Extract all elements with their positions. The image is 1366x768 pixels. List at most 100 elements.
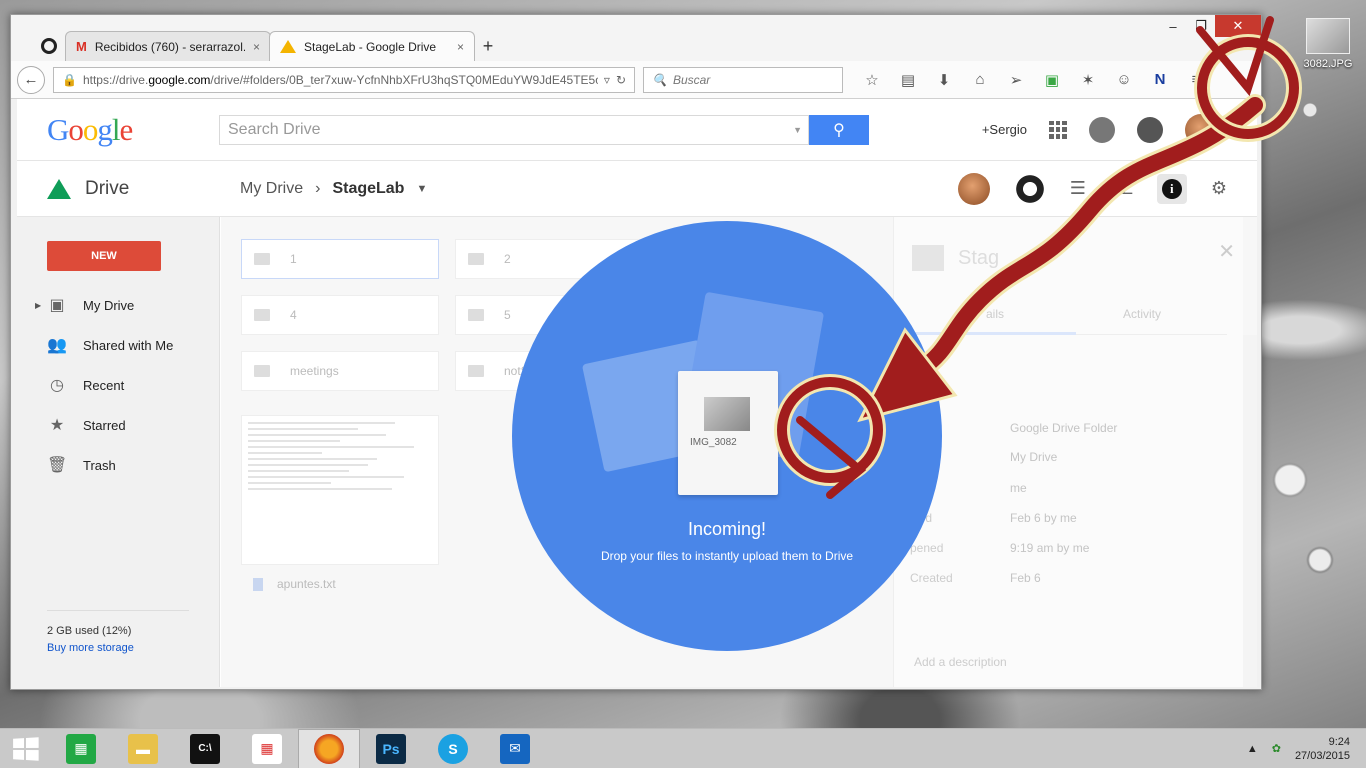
details-scrollbar[interactable] (1243, 335, 1257, 687)
sidebar-item-my-drive[interactable]: ▶ ▣ My Drive (17, 285, 219, 325)
drive-icon (280, 40, 296, 53)
drive-search-input[interactable]: Search Drive ▼ (219, 114, 809, 145)
skype-icon: S (438, 733, 468, 764)
sidebar-item-trash[interactable]: 🗑 Trash (17, 445, 219, 485)
start-button[interactable] (0, 729, 50, 768)
apps-grid-icon[interactable] (1049, 120, 1067, 139)
home-icon[interactable]: ⌂ (969, 71, 991, 89)
reload-icon[interactable]: ↻ (616, 73, 626, 87)
sidebar-item-recent[interactable]: ◷ Recent (17, 365, 219, 405)
document-name[interactable]: apuntes.txt (253, 577, 336, 591)
camera-icon[interactable]: ▣ (1041, 71, 1063, 89)
taskbar-store[interactable]: ▦ (50, 729, 112, 768)
taskbar-firefox[interactable] (298, 728, 360, 768)
detail-row: Created Feb 6 (910, 571, 1041, 585)
collaborator-avatar-2[interactable] (1013, 172, 1046, 205)
apps-icon: ▦ (252, 733, 282, 764)
settings-gear-icon[interactable]: ⚙ (1211, 178, 1227, 199)
reading-list-icon[interactable]: ▤ (897, 71, 919, 89)
system-tray: ▲ ✿ 9:24 27/03/2015 (1247, 735, 1366, 763)
sidebar-item-starred[interactable]: ★ Starred (17, 405, 219, 445)
taskbar-explorer[interactable]: ▬ (112, 729, 174, 768)
new-button[interactable]: NEW (47, 241, 161, 271)
breadcrumb-current[interactable]: StageLab (332, 180, 404, 198)
add-description-input[interactable]: Add a description (914, 655, 1007, 669)
sort-icon[interactable]: AZ (1110, 178, 1133, 199)
user-link[interactable]: +Sergio (982, 122, 1027, 137)
breadcrumb-root[interactable]: My Drive (240, 180, 303, 198)
account-avatar[interactable] (1185, 113, 1217, 146)
windows-logo-icon (13, 736, 39, 761)
sidebar: NEW ▶ ▣ My Drive 👥 Shared with Me ◷ Rece… (17, 217, 220, 687)
photoshop-icon: Ps (376, 733, 406, 764)
address-bar[interactable]: 🔒 https://drive.google.com/drive/#folder… (53, 66, 635, 93)
sidebar-item-label: My Drive (83, 297, 135, 313)
notifications-icon[interactable] (1089, 116, 1115, 143)
chat-icon[interactable]: ☺ (1113, 71, 1135, 89)
network-icon[interactable]: ✿ (1272, 742, 1281, 755)
tab-gmail[interactable]: M Recibidos (760) - serarrazol... × (65, 31, 271, 61)
dropdown-icon[interactable]: ▿ (604, 73, 610, 87)
app-name: Drive (85, 177, 130, 199)
menu-icon[interactable]: ≡ (1185, 71, 1207, 89)
details-tabs: ails Activity (910, 293, 1227, 335)
show-hidden-icons-icon[interactable]: ▲ (1247, 743, 1258, 755)
taskbar-cmd[interactable]: C:\ (174, 729, 236, 768)
taskbar-photoshop[interactable]: Ps (360, 729, 422, 768)
trash-icon: 🗑 (47, 457, 68, 474)
pinned-site-icon (41, 38, 57, 54)
search-options-icon[interactable]: ▼ (793, 125, 802, 135)
subheader-actions: ☰ AZ i ⚙ (957, 172, 1227, 205)
clock[interactable]: 9:24 27/03/2015 (1295, 735, 1350, 763)
google-header: Google Search Drive ▼ ⚲ +Sergio (17, 99, 1257, 161)
folder-item[interactable]: 1 (241, 239, 439, 279)
tab-strip: M Recibidos (760) - serarrazol... × Stag… (33, 31, 503, 61)
taskbar-mail[interactable]: ✉ (484, 729, 546, 768)
tab-details[interactable]: ails (986, 307, 1004, 321)
document-thumbnail[interactable] (241, 415, 439, 565)
title-bar: M Recibidos (760) - serarrazol... × Stag… (11, 15, 1261, 61)
taskbar-skype[interactable]: S (422, 729, 484, 768)
drop-title: Incoming! (687, 519, 767, 539)
browser-search-input[interactable]: 🔍 Buscar (643, 66, 843, 93)
close-window-button[interactable]: ✕ (1215, 15, 1261, 37)
download-icon[interactable]: ⬇ (933, 71, 955, 89)
close-details-icon[interactable]: ✕ (1218, 239, 1235, 264)
desktop-file-icon[interactable]: 3082.JPG (1300, 18, 1356, 70)
sidebar-item-shared[interactable]: 👥 Shared with Me (17, 325, 219, 365)
active-tab-indicator (910, 332, 1076, 335)
drive-folder-icon: ▣ (49, 297, 65, 314)
expand-arrow-icon[interactable]: ▶ (35, 301, 41, 310)
folder-item[interactable]: meetings (241, 351, 439, 391)
detail-row: me (1010, 481, 1027, 495)
shared-folder-icon (912, 245, 944, 271)
tab-close-icon[interactable]: × (457, 40, 464, 54)
dragged-file-card[interactable]: IMG_3082 (678, 371, 778, 495)
tab-close-icon[interactable]: × (253, 40, 260, 54)
buy-storage-link[interactable]: Buy more storage (47, 640, 134, 657)
tab-activity[interactable]: Activity (1123, 307, 1161, 321)
minimize-button[interactable]: – (1159, 15, 1187, 37)
list-view-icon[interactable]: ☰ (1070, 178, 1086, 199)
back-button[interactable]: ← (17, 65, 45, 94)
new-tab-button[interactable]: + (473, 31, 503, 61)
chevron-down-icon[interactable]: ▼ (416, 183, 427, 195)
drop-zone-overlay[interactable]: IMG_3082 Incoming! Drop your files to in… (512, 221, 942, 651)
folder-icon (468, 309, 484, 321)
maximize-button[interactable]: ❐ (1187, 15, 1215, 37)
folder-item[interactable]: 4 (241, 295, 439, 335)
extension-icon[interactable]: ✶ (1077, 71, 1099, 89)
pinned-tab[interactable] (33, 31, 65, 61)
details-button[interactable]: i (1156, 173, 1187, 204)
send-icon[interactable]: ➢ (1005, 71, 1027, 89)
firefox-icon (314, 733, 344, 764)
taskbar-apps[interactable]: ▦ (236, 729, 298, 768)
drive-search-button[interactable]: ⚲ (809, 114, 869, 145)
collaborator-avatar[interactable] (957, 172, 990, 205)
drive-subheader: Drive My Drive › StageLab ▼ ☰ AZ i ⚙ (17, 161, 1257, 217)
share-icon[interactable] (1137, 116, 1163, 143)
google-logo[interactable]: Google (47, 112, 219, 148)
tab-drive[interactable]: StageLab - Google Drive × (269, 31, 475, 61)
bookmark-star-icon[interactable]: ☆ (861, 71, 883, 89)
onenote-icon[interactable]: N (1149, 71, 1171, 89)
